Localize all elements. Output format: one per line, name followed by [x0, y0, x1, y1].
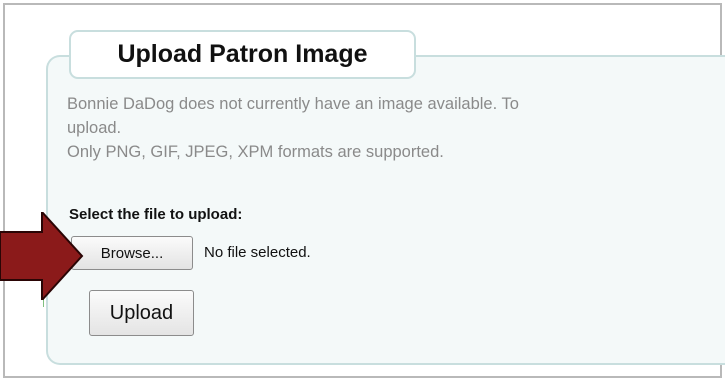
- formats-note: Only PNG, GIF, JPEG, XPM formats are sup…: [67, 143, 444, 161]
- file-status-text: No file selected.: [204, 244, 311, 261]
- browse-button[interactable]: Browse...: [71, 236, 193, 270]
- info-text-line: Bonnie DaDog does not currently have an …: [67, 95, 519, 113]
- upload-button[interactable]: Upload: [89, 290, 194, 336]
- callout-arrow-icon: [0, 212, 84, 300]
- select-file-label: Select the file to upload:: [69, 206, 243, 223]
- dialog-title: Upload Patron Image: [117, 40, 368, 68]
- info-text-line: upload.: [67, 119, 122, 137]
- fieldset-legend: Upload Patron Image: [69, 30, 416, 79]
